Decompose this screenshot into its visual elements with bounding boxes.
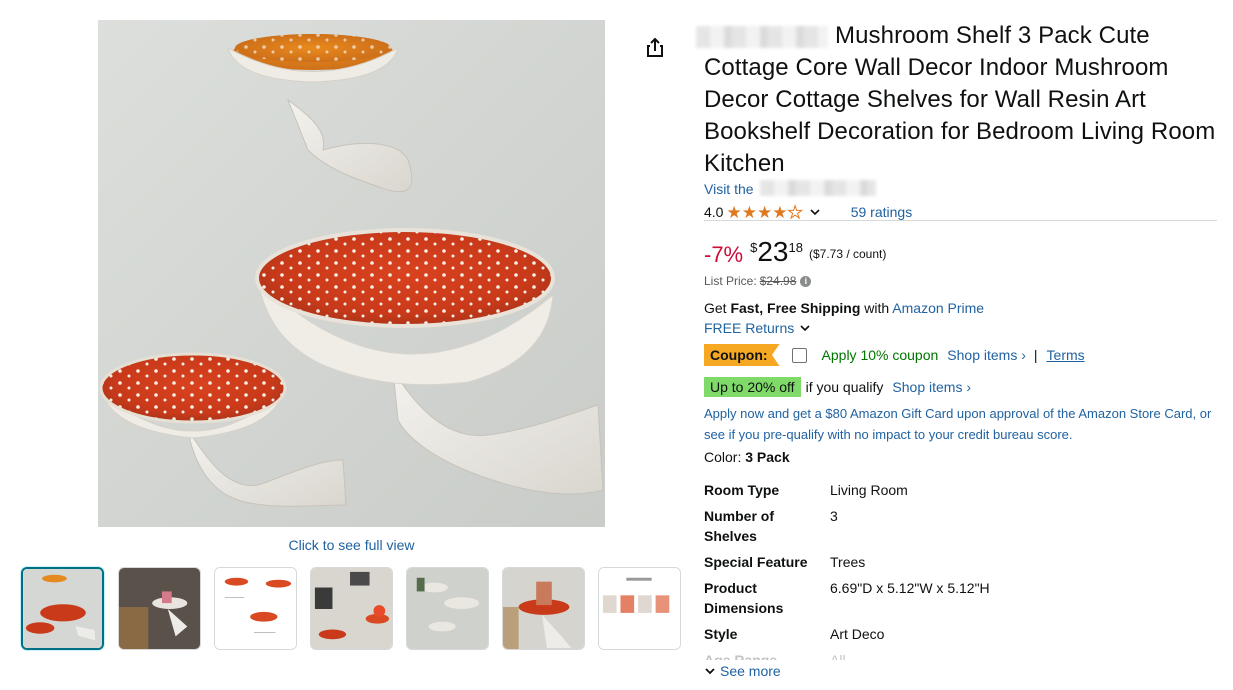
rating-value: 4.0 <box>704 204 724 220</box>
share-icon <box>647 37 663 57</box>
list-price-value: $24.98 <box>759 274 797 288</box>
chevron-down-icon <box>800 325 810 332</box>
ratings-count-link[interactable]: 59 ratings <box>851 204 912 220</box>
apply-coupon-label[interactable]: Apply 10% coupon <box>822 347 939 363</box>
deal-shop-items-link[interactable]: Shop items › <box>892 379 971 395</box>
rating-row: 4.0 ★ ★ ★ ★ ★ 59 ratings <box>704 202 912 222</box>
spec-row: Room Type Living Room <box>704 480 1219 500</box>
thumbnail-3[interactable] <box>214 567 297 650</box>
shipping-with: with <box>860 300 893 316</box>
deal-row: Up to 20% off if you qualify Shop items … <box>704 376 971 397</box>
redacted-store-name <box>760 180 876 196</box>
spec-row: Age Range All <box>704 650 1219 660</box>
thumbnail-6[interactable] <box>502 567 585 650</box>
thumbnail-1[interactable] <box>21 567 104 650</box>
thumbnail-4[interactable] <box>310 567 393 650</box>
spec-key: Style <box>704 626 738 642</box>
spec-value: All <box>830 652 846 660</box>
coupon-shop-items-link[interactable]: Shop items › <box>947 347 1026 363</box>
spec-row: Number of Shelves 3 <box>704 506 1219 546</box>
free-returns-label: FREE Returns <box>704 320 795 336</box>
price-currency: $ <box>750 240 758 255</box>
product-main-image[interactable] <box>98 20 605 527</box>
price-fraction: 18 <box>788 240 803 255</box>
product-info-panel: Mushroom Shelf 3 Pack Cute Cottage Core … <box>696 20 1219 679</box>
product-specs-table: Room Type Living Room Number of Shelves … <box>704 480 1219 666</box>
star-empty-icon: ★ <box>787 202 803 222</box>
price-whole: 23 <box>757 236 789 267</box>
spec-row: Style Art Deco <box>704 624 1219 644</box>
redacted-brand <box>696 26 828 48</box>
unit-price: ($7.73 / count) <box>808 247 887 261</box>
color-selection: Color: 3 Pack <box>704 449 790 465</box>
shipping-get: Get <box>704 300 731 316</box>
thumbnail-image <box>503 568 584 649</box>
spec-value: Art Deco <box>830 626 885 642</box>
share-button[interactable] <box>643 36 667 60</box>
coupon-badge: Coupon: <box>704 344 780 366</box>
thumbnail-image <box>311 568 392 649</box>
deal-badge: Up to 20% off <box>704 376 801 397</box>
color-label: Color: <box>704 449 746 465</box>
thumbnail-2[interactable] <box>118 567 201 650</box>
thumbnail-image <box>23 569 102 648</box>
separator: | <box>1033 347 1038 363</box>
spec-row: Special Feature Trees <box>704 552 1219 572</box>
coupon-checkbox[interactable] <box>791 347 807 363</box>
list-price-label: List Price: <box>704 274 757 288</box>
star-icon: ★ <box>726 202 742 222</box>
store-card-offer-link[interactable]: Apply now and get a $80 Amazon Gift Card… <box>704 403 1219 445</box>
spec-row: Product Dimensions 6.69"D x 5.12"W x 5.1… <box>704 578 1219 618</box>
thumbnail-5[interactable] <box>406 567 489 650</box>
star-icon: ★ <box>756 202 773 222</box>
list-price: List Price: $24.98 i <box>704 274 812 288</box>
spec-value: Living Room <box>830 482 908 498</box>
thumbnail-7[interactable] <box>598 567 681 650</box>
store-link[interactable]: Visit the <box>704 181 754 197</box>
spec-key: Product Dimensions <box>704 580 784 616</box>
star-rating[interactable]: ★ ★ ★ ★ ★ <box>726 202 803 222</box>
spec-key: Age Range <box>704 652 778 660</box>
thumbnail-image <box>599 568 680 649</box>
see-more-label: See more <box>720 663 781 679</box>
color-value: 3 Pack <box>745 449 790 465</box>
chevron-down-icon[interactable] <box>809 206 821 218</box>
full-view-link[interactable]: Click to see full view <box>98 537 605 553</box>
spec-value: Trees <box>830 554 866 570</box>
star-icon: ★ <box>772 202 788 222</box>
thumbnail-image <box>215 568 296 649</box>
deal-qualify-text: if you qualify <box>805 378 884 395</box>
thumbnail-image <box>407 568 488 649</box>
shipping-info: Get Fast, Free Shipping with Amazon Prim… <box>704 300 984 316</box>
coupon-terms-link[interactable]: Terms <box>1047 347 1085 363</box>
star-icon: ★ <box>741 202 757 222</box>
chevron-down-icon <box>705 668 715 675</box>
shipping-fast-free: Fast, Free Shipping <box>730 300 861 316</box>
prime-link[interactable]: Amazon Prime <box>892 300 984 316</box>
coupon-row: Coupon: Apply 10% coupon Shop items › | … <box>704 343 1085 367</box>
spec-key: Number of Shelves <box>704 508 774 544</box>
spec-value: 3 <box>830 508 838 524</box>
thumbnail-image <box>119 568 200 649</box>
divider <box>704 220 1217 221</box>
free-returns-dropdown[interactable]: FREE Returns <box>704 320 811 336</box>
spec-key: Room Type <box>704 482 780 498</box>
mushroom-shelves-image <box>99 34 604 507</box>
see-more-button[interactable]: See more <box>704 663 785 679</box>
info-icon[interactable]: i <box>800 275 812 287</box>
discount-percent: -7% <box>704 242 744 267</box>
spec-key: Special Feature <box>704 554 808 570</box>
price-block: -7% $ 23 18 ($7.73 / count) <box>704 237 886 268</box>
spec-value: 6.69"D x 5.12"W x 5.12"H <box>830 580 990 596</box>
